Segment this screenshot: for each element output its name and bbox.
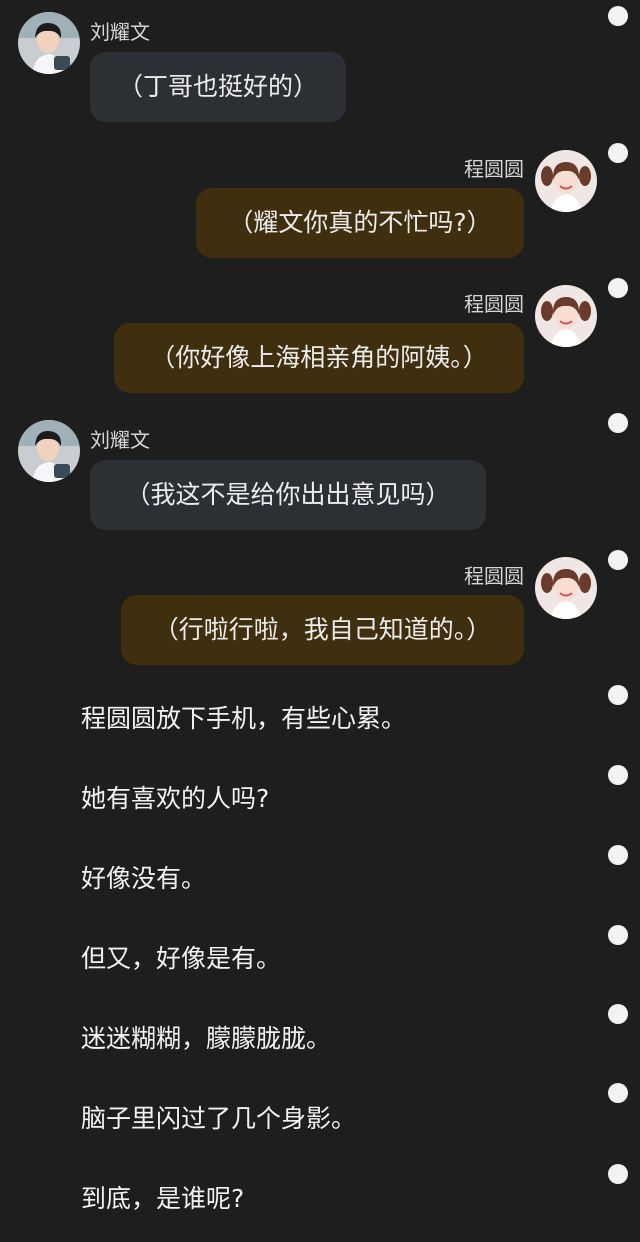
paragraph-marker-dot-icon[interactable] <box>608 845 628 865</box>
avatar-girl-icon <box>535 285 597 347</box>
paragraph-marker-dot-icon[interactable] <box>608 1164 628 1184</box>
paragraph-marker-dot-icon[interactable] <box>608 413 628 433</box>
avatar-chengyuanyuan[interactable] <box>535 557 597 619</box>
paragraph-marker-dot-icon[interactable] <box>608 765 628 785</box>
message-bubble[interactable]: （行啦行啦，我自己知道的。） <box>121 595 524 665</box>
narration-paragraph: 但又，好像是有。 <box>81 944 282 973</box>
paragraph-marker-dot-icon[interactable] <box>608 685 628 705</box>
sender-name: 刘耀文 <box>90 20 150 44</box>
message-bubble[interactable]: （耀文你真的不忙吗?） <box>196 188 524 258</box>
paragraph-marker-dot-icon[interactable] <box>608 6 628 26</box>
message-bubble[interactable]: （我这不是给你出出意见吗） <box>90 460 486 530</box>
narration-paragraph: 好像没有。 <box>81 864 207 893</box>
narration-paragraph: 脑子里闪过了几个身影。 <box>81 1104 357 1133</box>
avatar-girl-icon <box>535 150 597 212</box>
narration-paragraph: 她有喜欢的人吗? <box>81 784 270 813</box>
paragraph-marker-dot-icon[interactable] <box>608 925 628 945</box>
avatar-boy-icon <box>18 420 80 482</box>
narration-paragraph: 迷迷糊糊，朦朦胧胧。 <box>81 1024 332 1053</box>
narration-paragraph: 程圆圆放下手机，有些心累。 <box>81 704 407 733</box>
message-bubble[interactable]: （你好像上海相亲角的阿姨。） <box>114 323 524 393</box>
paragraph-marker-dot-icon[interactable] <box>608 550 628 570</box>
paragraph-marker-dot-icon[interactable] <box>608 1083 628 1103</box>
paragraph-marker-dot-icon[interactable] <box>608 1004 628 1024</box>
avatar-boy-icon <box>18 12 80 74</box>
sender-name: 程圆圆 <box>464 292 524 316</box>
avatar-girl-icon <box>535 557 597 619</box>
message-bubble[interactable]: （丁哥也挺好的） <box>90 52 346 122</box>
sender-name: 程圆圆 <box>464 157 524 181</box>
sender-name: 程圆圆 <box>464 564 524 588</box>
avatar-liuyaowen[interactable] <box>18 420 80 482</box>
avatar-liuyaowen[interactable] <box>18 12 80 74</box>
avatar-chengyuanyuan[interactable] <box>535 285 597 347</box>
sender-name: 刘耀文 <box>90 428 150 452</box>
paragraph-marker-dot-icon[interactable] <box>608 143 628 163</box>
paragraph-marker-dot-icon[interactable] <box>608 278 628 298</box>
avatar-chengyuanyuan[interactable] <box>535 150 597 212</box>
narration-paragraph: 到底，是谁呢? <box>81 1184 245 1213</box>
